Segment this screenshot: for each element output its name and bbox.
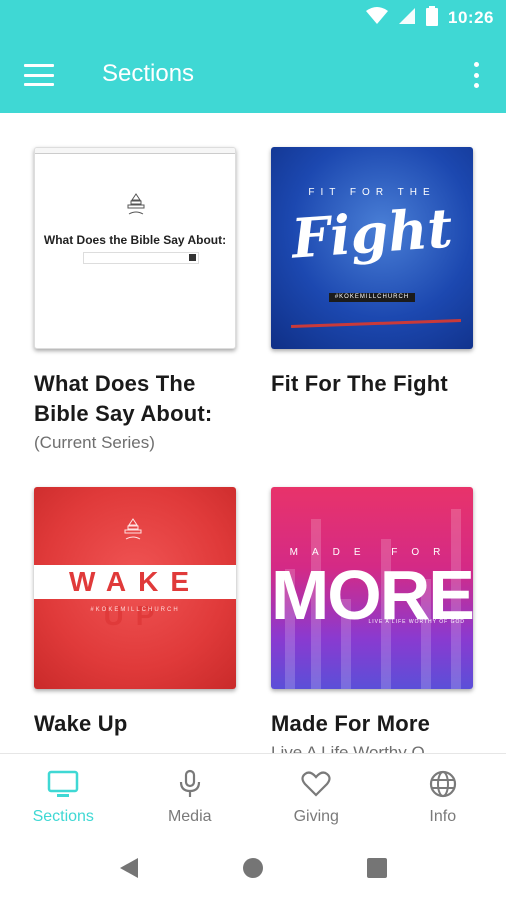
thumbnail-hashtag: #KOKEMILLCHURCH [329,293,415,302]
section-thumbnail[interactable]: WAKE UP #KOKEMILLCHURCH [34,487,236,689]
section-title: What Does The Bible Say About: [34,371,213,426]
browser-bar [35,148,235,154]
section-title: Made For More [271,711,431,736]
thumbnail-heading: WAKE UP [34,565,236,631]
status-time: 10:26 [448,8,494,27]
nav-item-media[interactable]: Media [127,754,254,836]
tv-icon [47,768,79,800]
globe-icon [427,768,459,800]
section-thumbnail[interactable]: MADE FOR MORE LIVE A LIFE WORTHY OF GOD [271,487,473,689]
section-card-wake-up[interactable]: WAKE UP #KOKEMILLCHURCH Wake Up [34,487,244,739]
status-bar: 10:26 [0,0,506,36]
nav-label: Giving [293,808,339,825]
nav-label: Info [429,808,457,825]
section-title: Fit For The Fight [271,371,448,396]
section-card-fit-for-the-fight[interactable]: FIT FOR THE Fight #KOKEMILLCHURCH Fit Fo… [271,147,481,399]
nav-label: Sections [32,808,94,825]
back-icon[interactable] [117,856,141,880]
section-subtitle: Live A Life Worthy O [271,743,425,753]
nav-item-sections[interactable]: Sections [0,754,127,836]
section-thumbnail[interactable]: What Does the Bible Say About: [34,147,236,349]
thumbnail-input-bar [83,252,199,264]
page-title: Sections [102,60,195,87]
nav-item-info[interactable]: Info [380,754,506,836]
home-icon[interactable] [241,856,265,880]
thumbnail-hashtag: #KOKEMILLCHURCH [90,607,180,613]
church-logo-icon [127,193,145,215]
section-thumbnail[interactable]: FIT FOR THE Fight #KOKEMILLCHURCH [271,147,473,349]
thumbnail-go-icon [189,254,196,261]
wifi-icon [366,6,389,30]
app-bar: Sections [0,36,506,113]
signal-icon [398,7,416,30]
section-card-made-for-more[interactable]: MADE FOR MORE LIVE A LIFE WORTHY OF GOD … [271,487,481,753]
nav-item-giving[interactable]: Giving [253,754,380,836]
nav-label: Media [167,808,212,825]
church-logo-icon [124,518,142,540]
heart-icon [300,768,332,800]
microphone-icon [174,768,206,800]
bottom-navigation: Sections Media Giving Info [0,753,506,836]
section-subtitle: (Current Series) [34,433,155,452]
battery-icon [426,5,439,31]
recents-icon[interactable] [365,856,389,880]
system-navigation-bar [0,836,506,900]
more-vert-icon[interactable] [466,58,486,92]
thumbnail-caption: LIVE A LIFE WORTHY OF GOD [368,619,465,625]
thumbnail-rope-decoration [290,319,462,328]
section-title: Wake Up [34,711,128,736]
sections-grid: What Does the Bible Say About: What Does… [0,113,506,753]
thumbnail-heading: Fight [289,195,455,271]
thumbnail-heading: What Does the Bible Say About: [43,233,227,247]
hamburger-menu-icon[interactable] [22,60,56,90]
section-card-what-does-the-bible-say[interactable]: What Does the Bible Say About: What Does… [34,147,244,455]
